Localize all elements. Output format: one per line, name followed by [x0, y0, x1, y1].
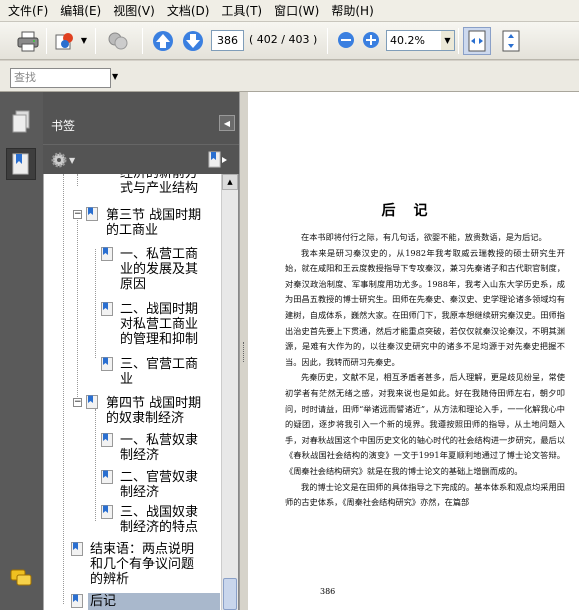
pages-icon[interactable]	[6, 106, 36, 138]
paragraph: 我本来是研习秦汉史的，从1982年我考取威云瑞教授的硕士研究生开始，就在咸阳和王…	[285, 247, 565, 367]
toolbar-separator	[142, 28, 143, 54]
bookmarks-panel-icon[interactable]	[6, 148, 36, 180]
bookmarks-panel: 书签 ◀ ▼ 经济的新前方 式与产业结构 − 第三节 战国时期 的工商业	[43, 92, 239, 610]
tree-guide	[63, 174, 64, 604]
bookmark-icon	[71, 594, 83, 608]
collapse-toggle[interactable]: −	[73, 210, 82, 219]
bookmark-icon	[101, 357, 113, 371]
scrollbar-thumb[interactable]	[223, 578, 237, 610]
document-body: 在本书即将付行之际，有几句话，欲婴不能，放贵数语，是为后记。 我本来是研习秦汉史…	[285, 230, 565, 511]
fit-page-icon[interactable]	[497, 27, 525, 55]
menu-tools[interactable]: 工具(T)	[217, 2, 270, 19]
tree-guide	[95, 409, 96, 521]
bookmarks-panel-header: 书签 ◀	[43, 92, 239, 152]
tree-guide	[95, 249, 96, 358]
menu-document[interactable]: 文档(D)	[163, 2, 218, 19]
zoom-in-icon[interactable]	[361, 30, 381, 50]
menu-file[interactable]: 文件(F)	[4, 2, 56, 19]
bookmark-icon	[101, 247, 113, 261]
bookmark-label: 二、官营奴隶 制经济	[120, 470, 199, 500]
page-count: ( 402 / 403 )	[249, 33, 318, 46]
menu-window[interactable]: 窗口(W)	[270, 2, 327, 19]
email-icon[interactable]	[51, 27, 79, 55]
splitter-grip[interactable]	[243, 342, 245, 362]
toolbar-separator	[458, 28, 459, 54]
bookmark-icon	[86, 395, 98, 409]
next-page-icon[interactable]	[181, 29, 205, 53]
expand-bookmark-icon[interactable]	[207, 151, 229, 169]
bookmark-icon	[101, 302, 113, 316]
bookmark-icon	[71, 542, 83, 556]
panel-splitter[interactable]	[239, 92, 248, 610]
bookmark-label: 第三节 战国时期 的工商业	[106, 208, 202, 238]
chevron-down-icon[interactable]: ▼	[112, 72, 118, 81]
bookmarks-toolbar: ▼	[43, 144, 239, 174]
search-input[interactable]: 查找	[10, 68, 111, 88]
navigation-rail	[0, 92, 43, 610]
menu-edit[interactable]: 编辑(E)	[56, 2, 109, 19]
bookmark-label: 第四节 战国时期 的奴隶制经济	[106, 396, 202, 426]
previous-page-icon[interactable]	[151, 29, 175, 53]
bookmark-icon	[86, 207, 98, 221]
scroll-up-icon[interactable]: ▲	[222, 174, 238, 190]
bookmark-label: 三、官营工商 业	[120, 357, 199, 387]
bookmark-label: 经济的新前方 式与产业结构	[120, 174, 199, 196]
page-number-footer: 386	[320, 587, 336, 596]
paragraph: 先秦历史，文献不足，相互矛盾者甚多，后人理解，更是歧见纷呈，常使初学者有茫然无绪…	[285, 372, 565, 476]
document-heading: 后记	[381, 203, 446, 219]
toolbar-separator	[327, 28, 328, 54]
menu-bar: 文件(F) 编辑(E) 视图(V) 文档(D) 工具(T) 窗口(W) 帮助(H…	[0, 0, 579, 22]
tree-guide	[77, 174, 78, 186]
print-icon[interactable]	[14, 27, 42, 55]
bookmark-icon	[101, 470, 113, 484]
collapse-toggle[interactable]: −	[73, 398, 82, 407]
bookmark-label: 一、私营工商 业的发展及其 原因	[120, 247, 199, 292]
menu-view[interactable]: 视图(V)	[109, 2, 163, 19]
toolbar-separator	[46, 28, 47, 54]
page-number-input[interactable]: 386	[211, 30, 244, 51]
toolbar-separator	[95, 28, 96, 54]
bookmark-label: 二、战国时期 对私营工商业 的管理和抑制	[120, 302, 199, 347]
tree-guide	[77, 217, 78, 401]
options-gear-icon[interactable]: ▼	[51, 151, 77, 169]
comments-icon[interactable]	[6, 562, 36, 594]
paragraph: 在本书即将付行之际，有几句话，欲婴不能，放贵数语，是为后记。	[301, 232, 547, 242]
chevron-down-icon[interactable]: ▼	[80, 35, 88, 45]
fit-width-icon[interactable]	[463, 27, 491, 55]
zoom-level-select[interactable]: 40.2%	[386, 30, 442, 51]
pdf-page: 后记 在本书即将付行之际，有几句话，欲婴不能，放贵数语，是为后记。 我本来是研习…	[248, 92, 579, 610]
bookmarks-tree: 经济的新前方 式与产业结构 − 第三节 战国时期 的工商业 一、私营工商 业的发…	[43, 174, 221, 610]
panel-title: 书签	[51, 119, 76, 133]
collapse-panel-icon[interactable]: ◀	[219, 115, 235, 131]
bookmark-label: 一、私营奴隶 制经济	[120, 433, 199, 463]
bookmark-icon	[101, 505, 113, 519]
menu-help[interactable]: 帮助(H)	[327, 2, 381, 19]
bookmark-icon	[101, 433, 113, 447]
bookmark-label: 三、战国奴隶 制经济的特点	[120, 505, 199, 535]
bookmarks-scrollbar[interactable]: ▲	[221, 174, 238, 610]
zoom-out-icon[interactable]	[336, 30, 356, 50]
bookmark-label: 结束语：两点说明 和几个有争议问题 的辨析	[90, 542, 195, 587]
paragraph: 我的博士论文是在田师的具体指导之下完成的。基本体系和观点均采用田师的古史体系，《…	[285, 481, 565, 508]
bookmark-label: 后记	[90, 594, 117, 609]
collaborate-icon[interactable]	[104, 27, 132, 55]
chevron-down-icon[interactable]: ▼	[441, 30, 455, 51]
